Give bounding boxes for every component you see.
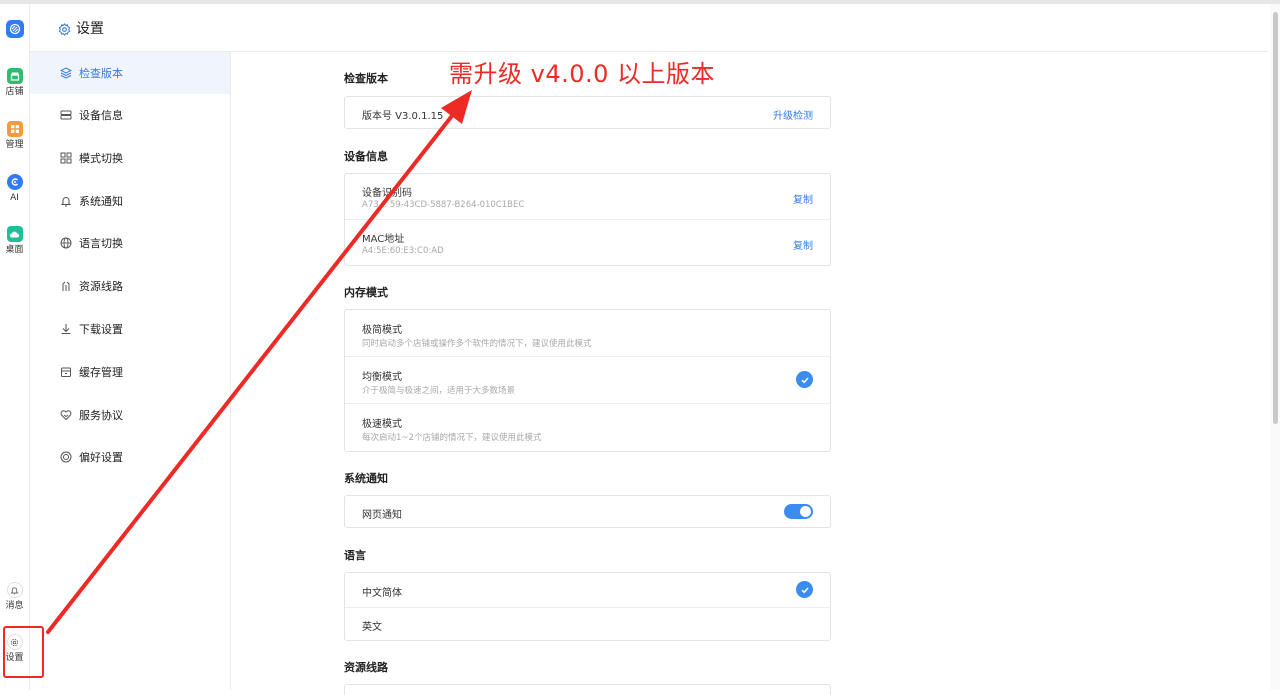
section-title-memory: 内存模式: [344, 286, 388, 299]
globe-icon: [60, 237, 72, 249]
grid-icon: [60, 152, 72, 164]
annotation-text: 需升级 v4.0.0 以上版本: [449, 60, 716, 88]
nav-item-service-agreement[interactable]: 服务协议: [30, 394, 230, 436]
settings-nav: 检查版本 设备信息 模式切换 系统通知 语言切换 资源线路 下载设置 缓存管理 …: [30, 52, 231, 690]
mac-label: MAC地址: [362, 234, 405, 245]
rail-label: 店铺: [5, 87, 24, 97]
memory-mode-label: 均衡模式: [362, 372, 402, 383]
preference-icon: [60, 451, 72, 463]
nav-item-language[interactable]: 语言切换: [30, 222, 230, 264]
memory-mode-desc: 同时启动多个店铺或操作多个软件的情况下，建议使用此模式: [362, 339, 592, 349]
rail-item-store[interactable]: 店铺: [0, 68, 29, 97]
route-icon: [60, 280, 72, 292]
rail-item-desktop[interactable]: 桌面: [0, 226, 29, 255]
web-notify-toggle[interactable]: [784, 504, 813, 519]
section-title-language: 语言: [344, 549, 366, 562]
device-id-label: 设备识别码: [362, 188, 412, 199]
selected-check-icon: [796, 371, 813, 388]
store-icon: [6, 68, 23, 84]
handshake-icon: [60, 409, 72, 421]
settings-header: 设置: [30, 4, 1268, 52]
app-rail: 店铺 管理 AI 桌面 消息 设置: [0, 4, 30, 690]
section-title-version: 检查版本: [344, 72, 388, 85]
nav-label: 下载设置: [79, 323, 123, 336]
language-option[interactable]: 英文: [345, 608, 830, 640]
section-title-route: 资源线路: [344, 661, 388, 674]
web-notify-label: 网页通知: [362, 510, 402, 521]
device-id-row: 设备识别码 A73… 59-43CD-5887-B264-010C1BEC 复制: [345, 174, 830, 220]
nav-label: 资源线路: [79, 280, 123, 293]
page-title: 设置: [76, 21, 104, 37]
mac-value: A4:5E:60:E3:C0:AD: [362, 246, 444, 256]
rail-item-ai[interactable]: AI: [0, 174, 29, 203]
memory-mode-label: 极速模式: [362, 419, 402, 430]
version-label: 版本号 V3.0.1.15: [362, 111, 444, 122]
content-scrollbar[interactable]: [1270, 4, 1280, 690]
language-option[interactable]: 中文简体: [345, 573, 830, 608]
grid-icon: [6, 121, 23, 137]
memory-mode-option[interactable]: 极简模式 同时启动多个店铺或操作多个软件的情况下，建议使用此模式: [345, 310, 830, 357]
selected-check-icon: [796, 581, 813, 598]
storage-icon: [60, 366, 72, 378]
toggle-knob: [800, 506, 811, 517]
bell-icon: [6, 582, 23, 598]
layers-icon: [60, 67, 72, 79]
web-notify-row: 网页通知: [345, 496, 830, 527]
memory-mode-option[interactable]: 均衡模式 介于极简与极速之间，适用于大多数场景: [345, 357, 830, 404]
gear-icon: [58, 21, 71, 40]
section-title-notify: 系统通知: [344, 472, 388, 485]
copy-device-id-button[interactable]: 复制: [793, 191, 813, 206]
memory-mode-option[interactable]: 极速模式 每次启动1~2个店铺的情况下，建议使用此模式: [345, 404, 830, 450]
memory-mode-desc: 每次启动1~2个店铺的情况下，建议使用此模式: [362, 433, 542, 443]
nav-item-device-info[interactable]: 设备信息: [30, 94, 230, 136]
nav-item-mode-switch[interactable]: 模式切换: [30, 137, 230, 179]
rail-label: 消息: [5, 601, 24, 611]
nav-label: 语言切换: [79, 237, 123, 250]
mac-row: MAC地址 A4:5E:60:E3:C0:AD 复制: [345, 220, 830, 265]
copy-mac-button[interactable]: 复制: [793, 237, 813, 252]
nav-label: 设备信息: [79, 109, 123, 122]
nav-item-system-notify[interactable]: 系统通知: [30, 180, 230, 222]
download-icon: [60, 323, 72, 335]
version-card: 版本号 V3.0.1.15 升级检测: [344, 96, 831, 129]
bell-icon: [60, 195, 72, 207]
memory-mode-label: 极简模式: [362, 325, 402, 336]
notify-card: 网页通知: [344, 495, 831, 528]
cloud-icon: [6, 226, 23, 242]
rail-item-manage[interactable]: 管理: [0, 121, 29, 150]
nav-label: 模式切换: [79, 152, 123, 165]
language-label: 英文: [362, 622, 382, 633]
upgrade-check-button[interactable]: 升级检测: [773, 107, 813, 122]
device-card: 设备识别码 A73… 59-43CD-5887-B264-010C1BEC 复制…: [344, 173, 831, 266]
nav-item-cache-manage[interactable]: 缓存管理: [30, 351, 230, 393]
nav-item-preferences[interactable]: 偏好设置: [30, 436, 230, 478]
rail-item-messages[interactable]: 消息: [0, 582, 29, 611]
rail-label: AI: [10, 193, 19, 203]
nav-label: 系统通知: [79, 195, 123, 208]
server-icon: [60, 109, 72, 121]
annotation-highlight-box: [3, 626, 44, 678]
nav-label: 检查版本: [79, 67, 123, 80]
nav-item-resource-route[interactable]: 资源线路: [30, 265, 230, 307]
language-card: 中文简体 英文: [344, 572, 831, 641]
app-logo-icon: [6, 20, 24, 38]
memory-mode-card: 极简模式 同时启动多个店铺或操作多个软件的情况下，建议使用此模式 均衡模式 介于…: [344, 309, 831, 452]
nav-item-download-settings[interactable]: 下载设置: [30, 308, 230, 350]
rail-label: 桌面: [5, 245, 24, 255]
memory-mode-desc: 介于极简与极速之间，适用于大多数场景: [362, 386, 516, 396]
language-label: 中文简体: [362, 588, 402, 599]
nav-label: 服务协议: [79, 409, 123, 422]
settings-content: 检查版本 版本号 V3.0.1.15 升级检测 设备信息 设备识别码 A73… …: [231, 52, 1268, 695]
section-title-device: 设备信息: [344, 150, 388, 163]
scrollbar-thumb[interactable]: [1273, 12, 1278, 424]
device-id-value: A73… 59-43CD-5887-B264-010C1BEC: [362, 200, 525, 210]
nav-item-check-version[interactable]: 检查版本: [30, 52, 230, 94]
version-row: 版本号 V3.0.1.15 升级检测: [345, 97, 830, 128]
nav-label: 缓存管理: [79, 366, 123, 379]
nav-label: 偏好设置: [79, 451, 123, 464]
ai-icon: [6, 174, 23, 190]
rail-label: 管理: [5, 140, 24, 150]
